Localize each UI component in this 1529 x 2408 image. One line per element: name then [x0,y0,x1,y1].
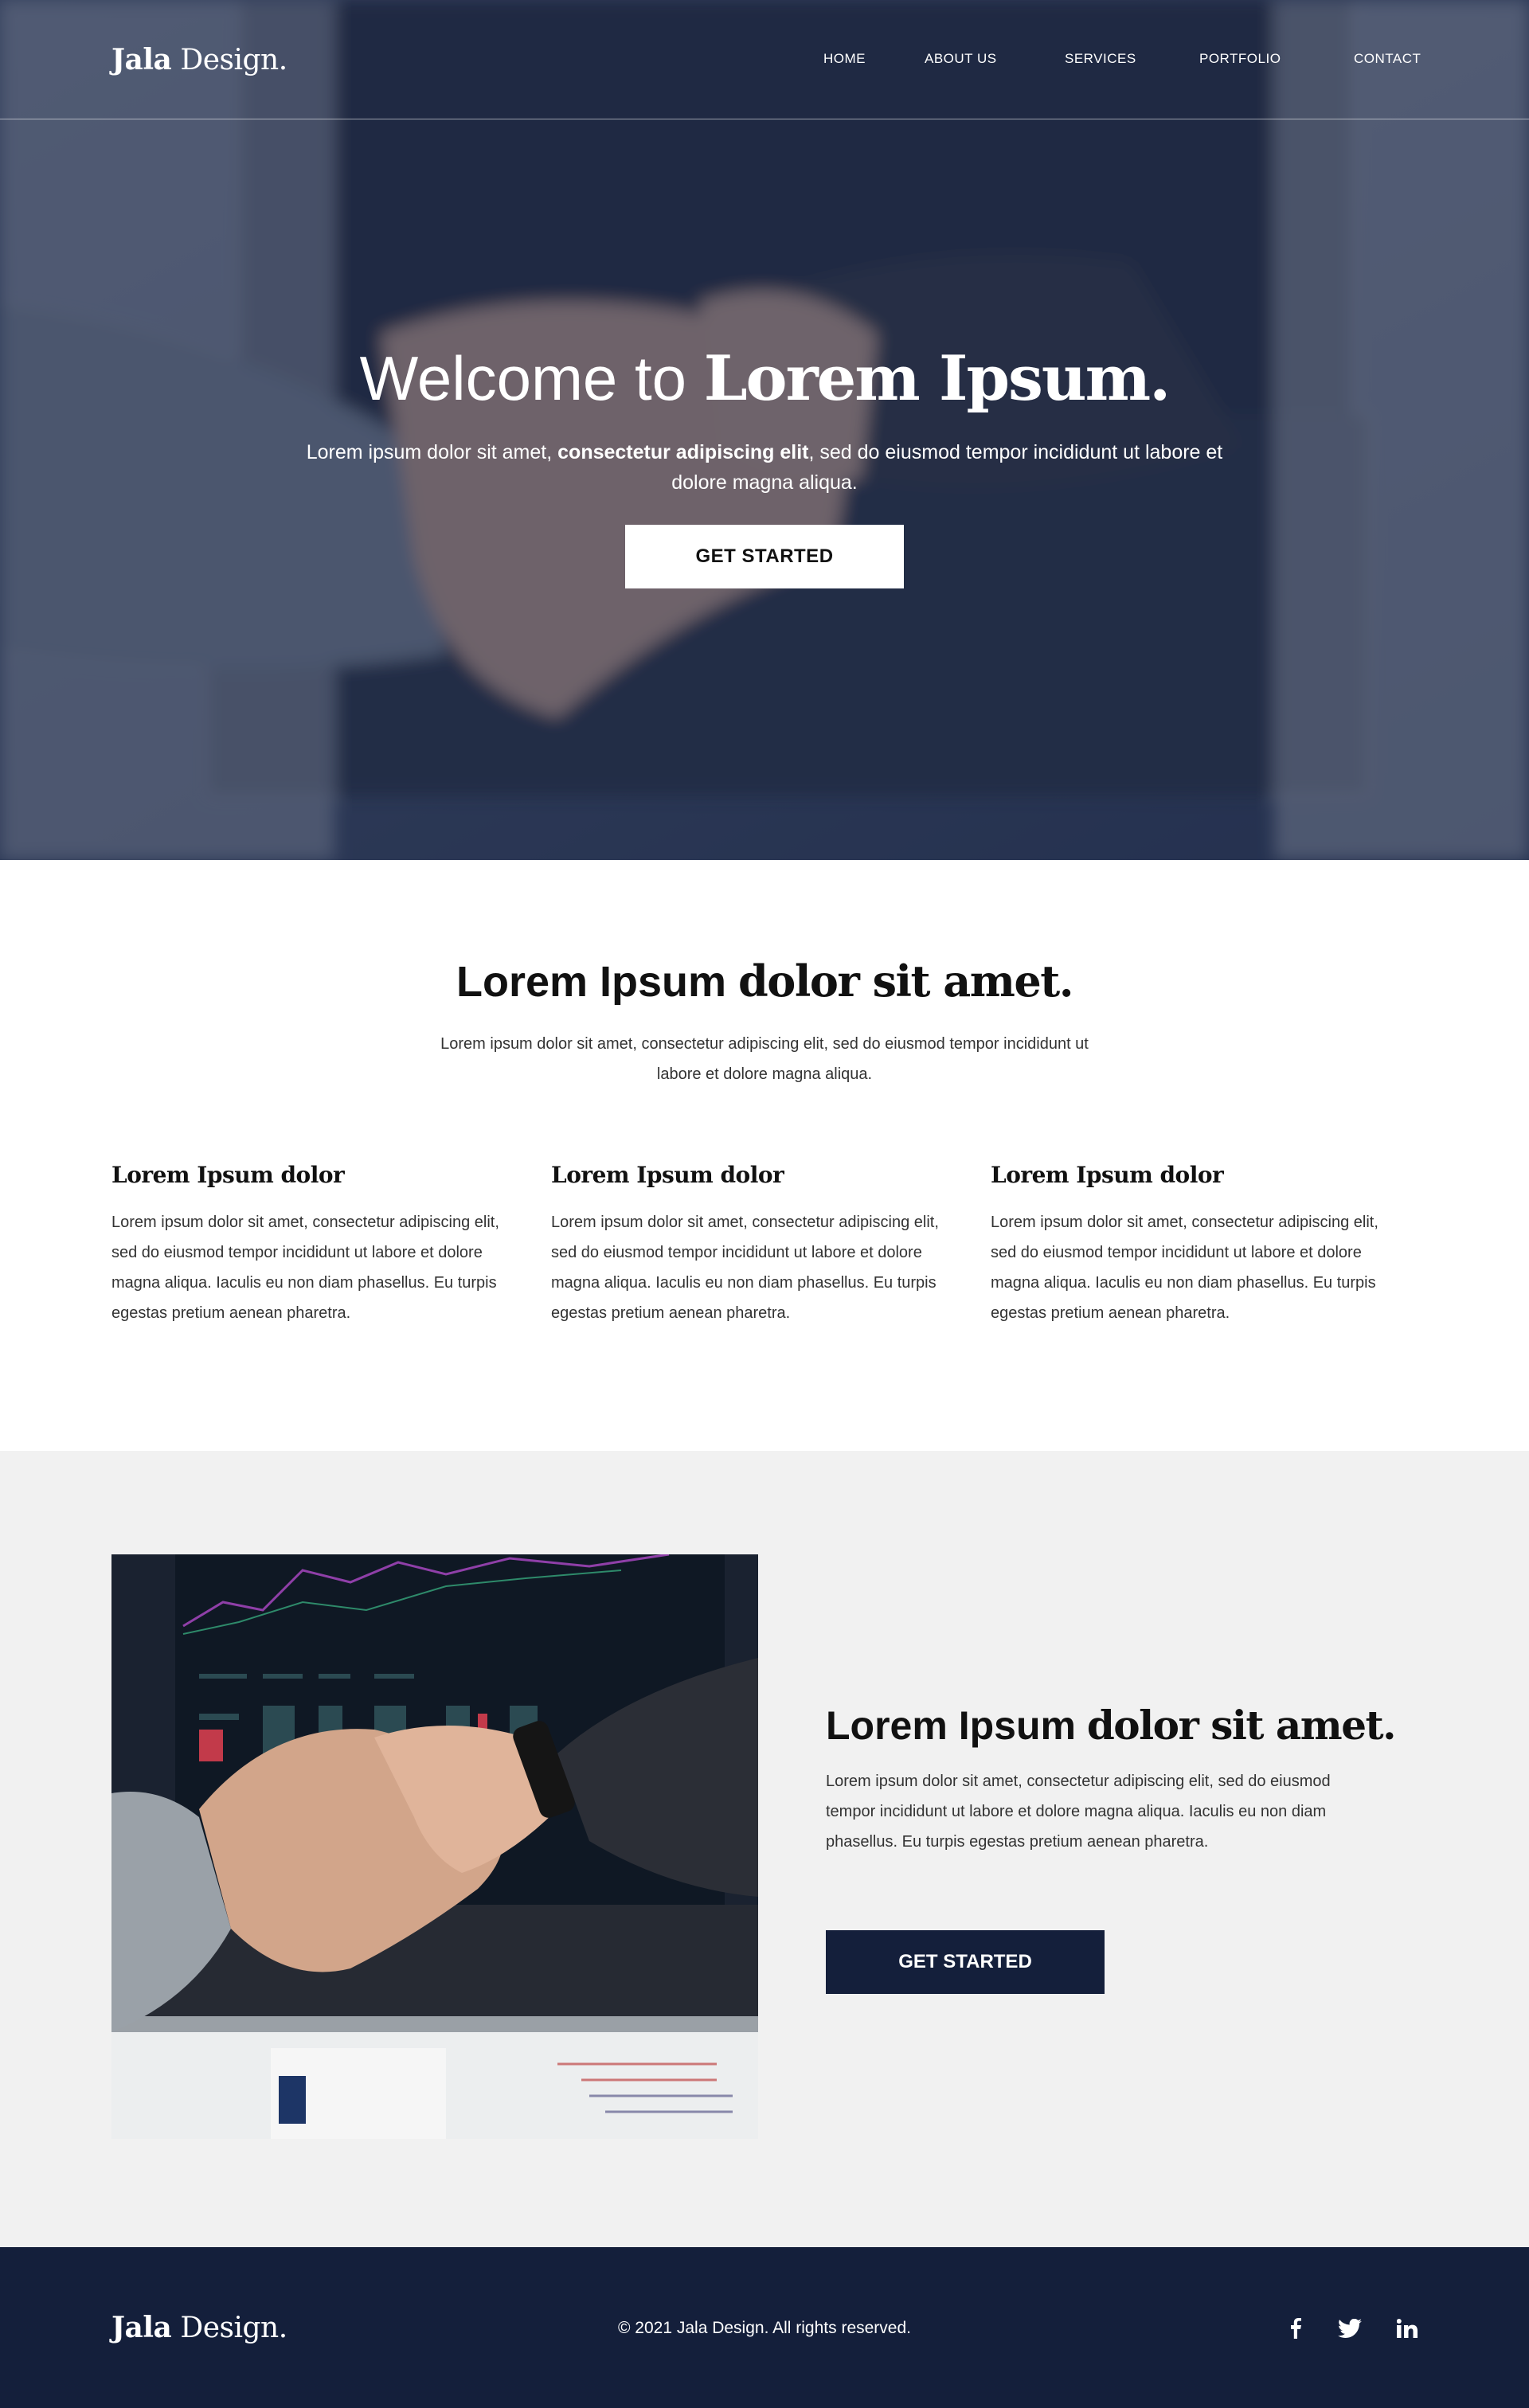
top-navigation: Jala Design. HOME ABOUT US SERVICES PORT… [0,0,1529,119]
feature-column: Lorem Ipsum dolor Lorem ipsum dolor sit … [991,1159,1381,1328]
logo-bold: Jala [111,43,172,76]
feature-get-started-button[interactable]: GET STARTED [826,1930,1105,1994]
feature-section: Lorem Ipsum dolor sit amet. Lorem ipsum … [0,1451,1529,2247]
hero-content: Welcome to Lorem Ipsum. Lorem ipsum dolo… [0,334,1529,588]
feature-image [111,1554,758,2139]
nav-contact[interactable]: CONTACT [1354,49,1421,68]
hero-get-started-button[interactable]: GET STARTED [625,525,904,588]
nav-portfolio[interactable]: PORTFOLIO [1199,49,1281,68]
intro-section: Lorem Ipsum dolor sit amet. Lorem ipsum … [0,860,1529,1451]
nav-home[interactable]: HOME [823,49,866,68]
hero-subtitle-part-a: Lorem ipsum dolor sit amet, [306,441,558,463]
column-title: Lorem Ipsum dolor [551,1162,784,1188]
logo-regular: Design. [180,44,287,76]
feature-title-bold: dolor sit amet. [1086,1702,1397,1749]
linkedin-icon[interactable] [1391,2314,1423,2343]
hero-title-light: Welcome to [359,343,704,413]
facebook-icon[interactable] [1280,2314,1312,2343]
hero-section: Jala Design. HOME ABOUT US SERVICES PORT… [0,0,1529,860]
column-title: Lorem Ipsum dolor [991,1162,1224,1188]
footer: Jala Design. © 2021 Jala Design. All rig… [0,2247,1529,2408]
twitter-icon[interactable] [1334,2314,1366,2343]
column-text: Lorem ipsum dolor sit amet, consectetur … [991,1214,1378,1322]
column-text: Lorem ipsum dolor sit amet, consectetur … [551,1214,939,1322]
feature-title-light: Lorem Ipsum [826,1703,1087,1748]
intro-title-bold: dolor sit amet. [738,956,1073,1007]
feature-text: Lorem ipsum dolor sit amet, consectetur … [826,1773,1331,1851]
hero-subtitle-bold: consectetur adipiscing elit [557,441,809,463]
nav-about-us[interactable]: ABOUT US [925,49,997,68]
feature-column: Lorem Ipsum dolor Lorem ipsum dolor sit … [111,1159,502,1328]
column-text: Lorem ipsum dolor sit amet, consectetur … [111,1214,499,1322]
intro-title: Lorem Ipsum dolor sit amet. [0,949,1529,1014]
hero-title: Welcome to Lorem Ipsum. [0,334,1529,423]
hero-subtitle: Lorem ipsum dolor sit amet, consectetur … [295,437,1234,498]
logo[interactable]: Jala Design. [111,40,287,80]
hero-title-bold: Lorem Ipsum. [703,342,1171,415]
column-title: Lorem Ipsum dolor [111,1162,345,1188]
handshake-photo [111,1554,758,2139]
feature-column: Lorem Ipsum dolor Lorem ipsum dolor sit … [551,1159,941,1328]
feature-title: Lorem Ipsum dolor sit amet. [826,1698,1397,1753]
intro-subtitle: Lorem ipsum dolor sit amet, consectetur … [440,1035,1089,1083]
intro-title-light: Lorem Ipsum [456,958,739,1006]
nav-services[interactable]: SERVICES [1065,49,1136,68]
